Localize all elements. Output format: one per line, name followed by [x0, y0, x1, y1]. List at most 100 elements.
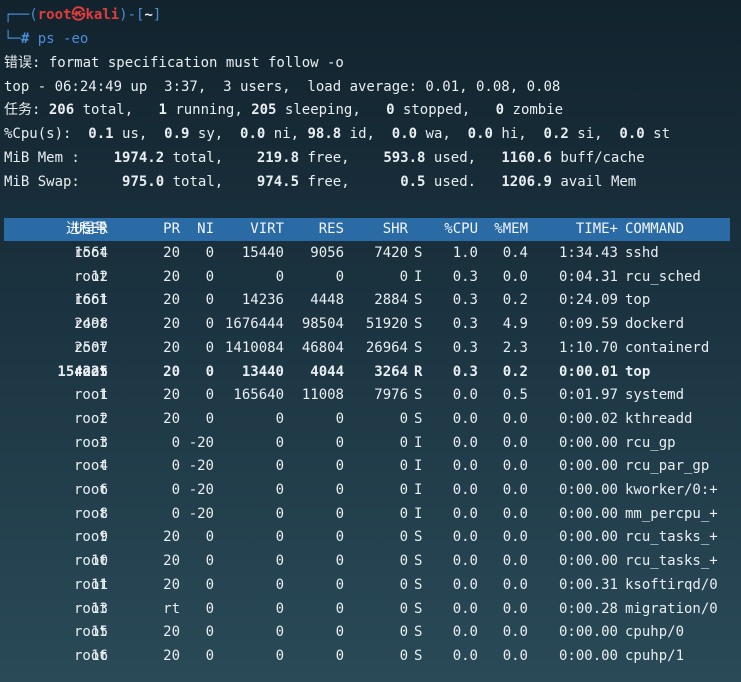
cell-cpu: 0.3: [452, 292, 478, 309]
cell-state: S: [414, 339, 423, 356]
table-row: 1 root 20 0 165640 11008 7976 S 0.0 0.5 0:01.97 sys…: [4, 384, 730, 406]
cell-virt: 0: [275, 576, 284, 593]
terminal-window[interactable]: ┌──(root㉿kali)-[~] └─# ps -eo 错误: format…: [0, 0, 741, 682]
cell-mem: 0.0: [502, 647, 528, 664]
cell-ni: 0: [205, 553, 214, 570]
cell-state: S: [414, 292, 423, 309]
cell-ni: 0: [205, 647, 214, 664]
cell-mem: 2.3: [502, 339, 528, 356]
cell-res: 0: [335, 458, 344, 475]
cell-shr: 3264: [374, 363, 408, 380]
cell-shr: 0: [399, 647, 408, 664]
cell-state: I: [414, 482, 423, 498]
cell-virt: 15440: [241, 245, 284, 261]
cell-time: 0:00.00: [558, 458, 618, 475]
cell-res: 0: [335, 410, 344, 427]
cell-state: S: [414, 647, 423, 664]
cell-command: rcu_tasks_+: [625, 529, 718, 546]
cell-ni: -20: [188, 482, 214, 498]
cell-cpu: 0.0: [452, 387, 478, 404]
cell-shr: 0: [399, 410, 408, 427]
cell-pr: 0: [171, 482, 180, 498]
cell-state: S: [414, 410, 423, 427]
top-swap-line: MiB Swap: 975.0 total, 974.5 free, 0.5 u…: [4, 174, 637, 190]
table-row: 1564 root 20 0 15440 9056 7420 S 1.0 0.4 1:34.43 ss…: [4, 242, 730, 264]
process-table-header: 进程号 USER PR NI VIRT RES SHR %CPU %MEM TI…: [4, 218, 730, 241]
cell-command: kworker/0:+: [625, 482, 718, 498]
cell-virt: 14236: [241, 292, 284, 309]
cell-state: S: [414, 387, 423, 404]
cell-state: S: [414, 576, 423, 593]
cell-mem: 0.0: [502, 529, 528, 546]
cell-command: top: [625, 292, 651, 309]
cell-mem: 0.0: [502, 458, 528, 475]
cell-mem: 0.0: [502, 434, 528, 451]
table-row: 12 root 20 0 0 0 0 I 0.3 0.0 0:04.31 rcu_sched: [4, 266, 730, 288]
cell-command: cpuhp/0: [625, 624, 685, 641]
cell-res: 0: [335, 553, 344, 570]
cell-res: 9056: [310, 245, 344, 261]
cell-shr: 0: [399, 576, 408, 593]
cell-shr: 0: [399, 268, 408, 285]
cell-user: root: [74, 292, 108, 309]
cell-user: root: [74, 505, 108, 522]
cell-virt: 0: [275, 529, 284, 546]
cell-time: 0:00.00: [558, 529, 618, 546]
cell-res: 11008: [301, 387, 344, 404]
cell-pr: 20: [163, 292, 180, 309]
prompt-frame-2: └─: [4, 31, 21, 47]
cell-time: 0:09.59: [558, 316, 618, 333]
cell-res: 0: [335, 600, 344, 617]
cell-res: 4044: [310, 363, 344, 380]
cell-user: root: [74, 268, 108, 285]
cell-pr: 20: [163, 553, 180, 570]
header-user: USER: [74, 221, 108, 237]
cell-cpu: 0.0: [452, 482, 478, 498]
cell-cpu: 0.0: [452, 647, 478, 664]
cell-virt: 1410084: [224, 339, 284, 356]
cell-user: root: [74, 553, 108, 570]
table-row: 15 root 20 0 0 0 0 S 0.0 0.0 0:00.00 cpuhp/0: [4, 621, 730, 643]
cell-ni: -20: [188, 434, 214, 451]
cell-virt: 0: [275, 434, 284, 451]
cell-command: cpuhp/1: [625, 647, 685, 664]
cell-user: root: [74, 576, 108, 593]
cell-time: 0:00.02: [558, 410, 618, 427]
cell-user: root: [74, 647, 108, 664]
table-row: 4 root 0 -20 0 0 0 I 0.0 0.0 0:00.00 rcu_par_gp: [4, 455, 730, 477]
prompt-frame-end: ]: [152, 7, 162, 23]
cell-ni: 0: [205, 339, 214, 356]
cell-pr: 0: [171, 505, 180, 522]
typed-command: ps -eo: [29, 31, 89, 47]
table-row: 2507 root 20 0 1410084 46804 26964 S 0.3 2.3 1:10.…: [4, 337, 730, 359]
header-pr: PR: [163, 221, 180, 237]
cell-state: R: [414, 363, 423, 380]
cell-virt: 0: [275, 505, 284, 522]
cell-mem: 0.5: [502, 387, 528, 404]
cell-res: 0: [335, 647, 344, 664]
cell-shr: 0: [399, 458, 408, 475]
cell-time: 0:00.31: [558, 576, 618, 593]
cell-res: 98504: [301, 316, 344, 333]
top-mem-line: MiB Mem : 1974.2 total, 219.8 free, 593.…: [4, 150, 645, 166]
table-row: 9 root 20 0 0 0 0 S 0.0 0.0 0:00.00 rcu_tasks_+: [4, 526, 730, 548]
cell-state: I: [414, 434, 423, 451]
cell-res: 0: [335, 434, 344, 451]
header-ni: NI: [197, 221, 214, 237]
cell-command: kthreadd: [625, 410, 693, 427]
cell-shr: 0: [399, 505, 408, 522]
cell-ni: 0: [205, 292, 214, 309]
cell-cpu: 0.0: [452, 600, 478, 617]
cell-pr: 0: [171, 434, 180, 451]
cell-command: mm_percpu_+: [625, 505, 718, 522]
cell-ni: -20: [188, 505, 214, 522]
cell-res: 0: [335, 505, 344, 522]
cell-command: rcu_sched: [625, 268, 701, 285]
cell-shr: 0: [399, 624, 408, 641]
cell-user: root: [74, 339, 108, 356]
cell-cpu: 0.3: [452, 363, 478, 380]
cell-mem: 0.0: [502, 410, 528, 427]
cell-time: 0:00.00: [558, 624, 618, 641]
header-res: RES: [318, 221, 344, 237]
cell-time: 0:00.00: [558, 647, 618, 664]
